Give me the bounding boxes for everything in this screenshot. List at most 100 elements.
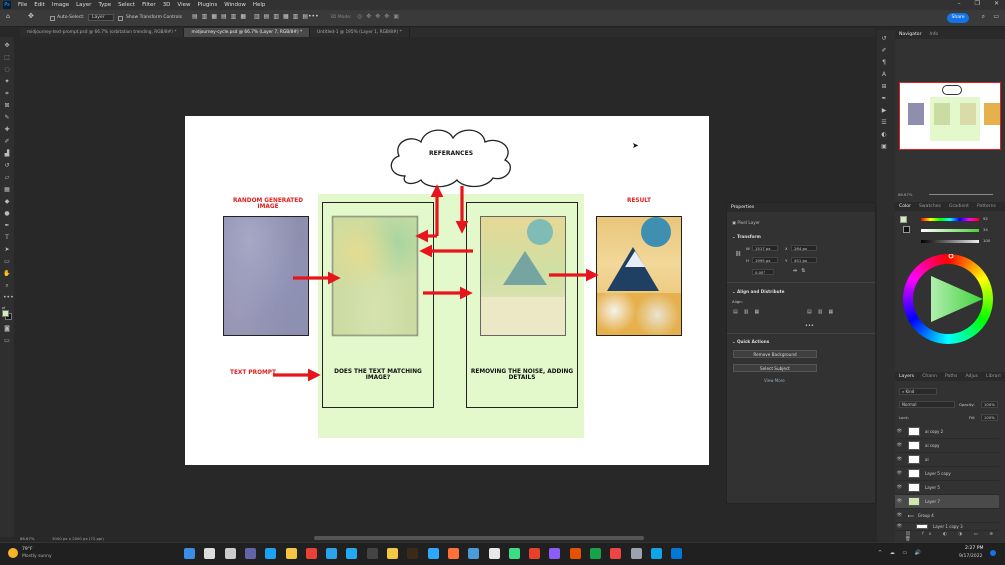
horizontal-scrollbar[interactable] [314, 536, 644, 540]
visibility-icon[interactable]: 👁 [895, 513, 904, 518]
tab-text-prompt[interactable]: midjourney-text-prompt.psd @ 66.7% (orbi… [20, 28, 185, 37]
adjustments-icon[interactable]: ◐ [880, 132, 888, 138]
zoom-tool-icon[interactable]: ⌕ [3, 283, 11, 289]
bridge-icon[interactable] [407, 548, 419, 559]
gradient-tool-icon[interactable]: ▦ [3, 187, 11, 193]
remove-background-button[interactable]: Remove Background [733, 350, 817, 358]
tab-cycle[interactable]: midjourney-cycle.psd @ 66.7% (Layer 7, R… [184, 28, 311, 37]
menu-filter[interactable]: Filter [142, 2, 156, 8]
shape-tool-icon[interactable]: ▭ [3, 259, 11, 265]
foreground-color-swatch[interactable] [2, 310, 12, 320]
x-field[interactable]: 264 px [791, 245, 817, 251]
actions-icon[interactable]: ▶ [880, 108, 888, 114]
color-triangle[interactable] [903, 254, 993, 344]
tab-gradient[interactable]: Gradient [945, 204, 973, 209]
more-icon[interactable]: ••• [805, 323, 814, 329]
home-icon[interactable]: ⌂ [6, 13, 10, 20]
history-brush-icon[interactable]: ↺ [3, 163, 11, 169]
app-icon[interactable] [610, 548, 622, 559]
notes-icon[interactable] [387, 548, 398, 559]
blur-tool-icon[interactable]: ◆ [3, 199, 11, 205]
menu-layer[interactable]: Layer [76, 2, 91, 8]
layer-row[interactable]: 👁 Layer 5 [895, 481, 999, 495]
view-more-link[interactable]: View More [764, 378, 785, 383]
app-icon[interactable] [468, 548, 480, 559]
weather-temp[interactable]: 79°F [22, 547, 33, 552]
crop-tool-icon[interactable]: ⌗ [3, 91, 11, 97]
visibility-icon[interactable]: 👁 [895, 524, 904, 529]
search-icon[interactable]: ⌕ [982, 13, 985, 21]
stamp-tool-icon[interactable]: ▟ [3, 151, 11, 157]
menu-plugins[interactable]: Plugins [197, 2, 217, 8]
minimize-icon[interactable]: – [958, 0, 961, 7]
hand-tool-icon[interactable]: ✋ [3, 271, 11, 277]
clock-time[interactable]: 2:27 PM [965, 546, 984, 551]
quick-mask-icon[interactable]: ◙ [3, 326, 11, 332]
close-icon[interactable]: ✕ [994, 0, 999, 7]
move-tool-icon[interactable]: ✥ [28, 12, 34, 20]
visibility-icon[interactable]: 👁 [895, 471, 904, 476]
tab-channels[interactable]: Chann [918, 374, 941, 379]
swap-colors-icon[interactable]: ⇄ [2, 305, 12, 310]
visibility-icon[interactable]: 👁 [895, 443, 904, 448]
menu-3d[interactable]: 3D [163, 2, 171, 8]
brush-tool-icon[interactable]: ✐ [3, 139, 11, 145]
frame-tool-icon[interactable]: ⊠ [3, 103, 11, 109]
terminal-icon[interactable] [366, 548, 378, 559]
tab-libraries[interactable]: Librari [982, 374, 1005, 379]
angle-field[interactable]: 0.00° [752, 269, 774, 275]
visibility-icon[interactable]: 👁 [895, 485, 904, 490]
brightness-slider[interactable] [921, 240, 979, 243]
tab-navigator[interactable]: Navigator [895, 32, 925, 37]
saturation-slider[interactable] [921, 229, 979, 232]
settings-icon[interactable] [630, 548, 642, 559]
magic-wand-icon[interactable]: ✦ [3, 79, 11, 85]
bright-value[interactable]: 100 [983, 238, 990, 243]
paragraph-icon[interactable]: ¶ [880, 60, 888, 66]
folder-icon[interactable] [285, 548, 297, 559]
tab-patterns[interactable]: Patterns [973, 204, 1000, 209]
more-options-icon[interactable]: ••• [308, 13, 319, 20]
restore-icon[interactable]: ❐ [975, 0, 980, 7]
pen-tool-icon[interactable]: ✒ [3, 223, 11, 229]
notification-icon[interactable] [990, 550, 996, 556]
align-section[interactable]: ⌄ Align and Distribute [732, 289, 785, 294]
menu-help[interactable]: Help [253, 2, 266, 8]
layer-row-selected[interactable]: 👁 Layer 7 [895, 495, 999, 509]
distribute-buttons-icon[interactable]: ▥▤▥▦▥▤ [254, 13, 312, 20]
menu-edit[interactable]: Edit [34, 2, 45, 8]
task-view-icon[interactable] [224, 548, 236, 559]
type-tool-icon[interactable]: T [3, 235, 11, 241]
doc-size-readout[interactable]: 3000 px x 2000 px (72 ppi) [52, 536, 104, 541]
transform-controls-checkbox[interactable] [118, 16, 123, 21]
eyedropper-icon[interactable]: ✎ [3, 115, 11, 121]
app-icon[interactable] [488, 548, 500, 559]
properties-icon[interactable]: ☰ [880, 120, 888, 126]
tab-swatches[interactable]: Swatches [915, 204, 945, 209]
tab-color[interactable]: Color [895, 204, 915, 209]
select-subject-button[interactable]: Select Subject [733, 364, 817, 372]
app-icon[interactable] [650, 548, 662, 559]
edge-icon[interactable] [265, 548, 277, 559]
fill-field[interactable]: 100% [981, 414, 998, 421]
align-buttons-icon[interactable]: ▤▥▦▤▥▦ [192, 13, 250, 20]
eraser-icon[interactable]: ▱ [3, 175, 11, 181]
menu-select[interactable]: Select [118, 2, 135, 8]
weather-icon[interactable] [8, 548, 18, 558]
layer-row[interactable]: 👁 ai copy [895, 439, 999, 453]
align-buttons-icon[interactable]: ▤▥▦ [733, 309, 765, 315]
zoom-readout[interactable]: 66.67% [20, 536, 34, 541]
menu-type[interactable]: Type [98, 2, 111, 8]
link-icon[interactable]: ⛓ [735, 251, 741, 257]
visibility-icon[interactable]: 👁 [895, 499, 904, 504]
3d-tools-icon[interactable]: ◎✥✥✥▣ [357, 13, 403, 20]
tab-info[interactable]: Info [925, 32, 942, 37]
layer-actions-icon[interactable]: ⛓ fx ◐ ◑ ▭ ⊕ 🗑 [905, 532, 1005, 542]
ps-icon[interactable] [427, 548, 439, 559]
vscode-icon[interactable] [346, 548, 358, 559]
layer-row[interactable]: 👁 ai copy 2 [895, 425, 999, 439]
fg-color-chip[interactable] [900, 216, 907, 223]
opacity-field[interactable]: 100% [981, 401, 998, 408]
document-canvas[interactable]: REFERANCES RANDOM GENERATED IMAGE DOES T… [185, 116, 709, 465]
transform-section[interactable]: ⌄ Transform [732, 234, 761, 239]
